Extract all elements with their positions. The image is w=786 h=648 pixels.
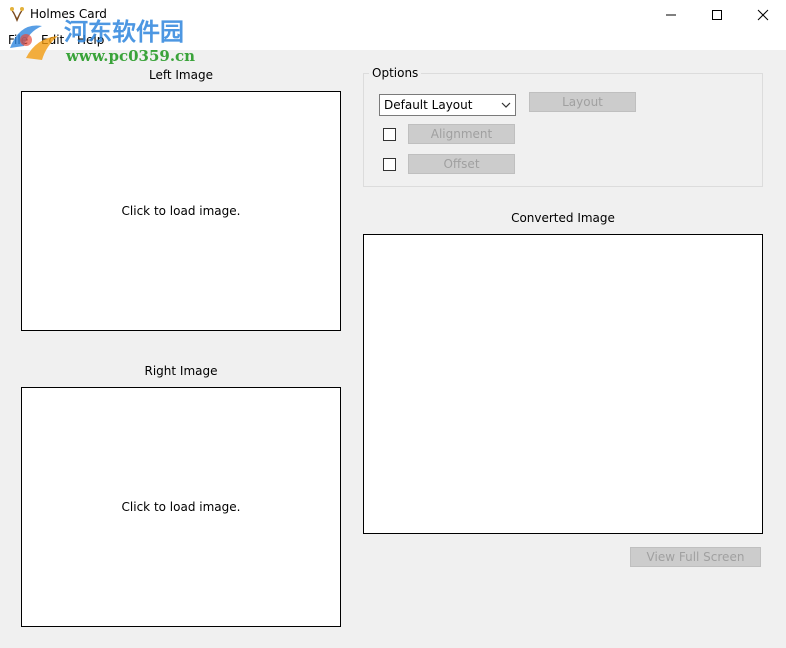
minimize-icon (666, 14, 676, 16)
left-image-placeholder: Click to load image. (121, 204, 241, 218)
offset-button[interactable]: Offset (408, 154, 515, 174)
close-icon (757, 9, 769, 21)
left-image-label: Left Image (149, 68, 213, 82)
window-title: Holmes Card (30, 7, 107, 21)
maximize-button[interactable] (694, 0, 740, 30)
chevron-down-icon (501, 102, 511, 108)
menu-bar (0, 30, 786, 50)
right-image-box[interactable]: Click to load image. (21, 387, 341, 627)
layout-select[interactable]: Default Layout (379, 94, 516, 116)
layout-button[interactable]: Layout (529, 92, 636, 112)
view-full-screen-button[interactable]: View Full Screen (630, 547, 761, 567)
right-image-label: Right Image (144, 364, 218, 378)
converted-image-box (363, 234, 763, 534)
menu-file[interactable]: File (8, 33, 28, 47)
options-label: Options (369, 66, 422, 80)
menu-edit[interactable]: Edit (41, 33, 64, 47)
alignment-checkbox[interactable] (383, 128, 396, 141)
offset-checkbox[interactable] (383, 158, 396, 171)
menu-help[interactable]: Help (77, 33, 104, 47)
minimize-button[interactable] (648, 0, 694, 30)
right-image-placeholder: Click to load image. (121, 500, 241, 514)
maximize-icon (712, 10, 722, 20)
alignment-button[interactable]: Alignment (408, 124, 515, 144)
close-button[interactable] (740, 0, 786, 30)
left-image-box[interactable]: Click to load image. (21, 91, 341, 331)
converted-image-label: Converted Image (511, 211, 615, 225)
app-icon (10, 7, 24, 22)
layout-select-value: Default Layout (384, 98, 473, 112)
